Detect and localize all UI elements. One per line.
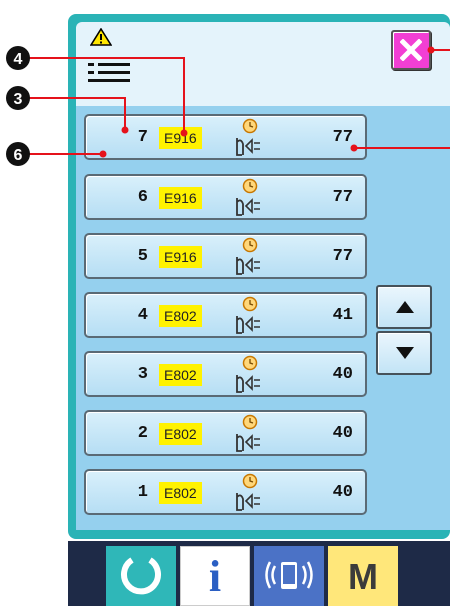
callout-leader-close	[427, 46, 450, 54]
callout-lines: 4 3 6	[6, 46, 450, 166]
callout-marker-error-code: 4	[6, 46, 30, 70]
callout-leader-count	[350, 144, 450, 152]
callout-number: 3	[14, 91, 23, 108]
error-history-screen: 7 E916 77 6 E916 77 5 E916 77 4 E802 41 …	[0, 0, 450, 606]
callout-number: 6	[14, 147, 23, 164]
callout-leader-number	[28, 97, 129, 134]
callout-marker-row-button: 6	[6, 142, 30, 166]
callout-leader-row-button	[28, 150, 107, 158]
callout-number: 4	[14, 51, 23, 68]
callout-marker-number: 3	[6, 86, 30, 110]
